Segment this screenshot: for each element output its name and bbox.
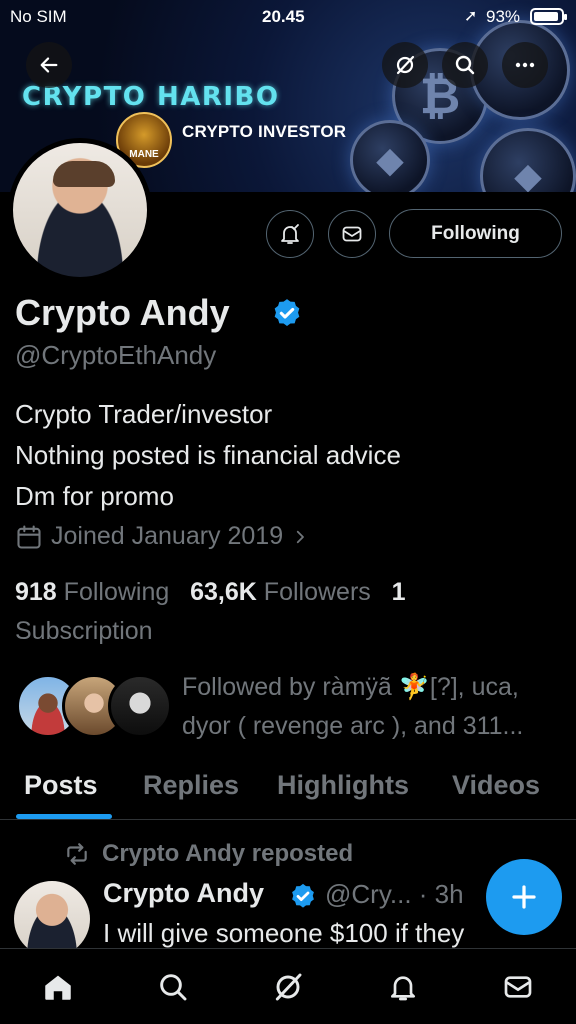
bell-check-icon <box>281 224 299 244</box>
coin-image: ◆ <box>480 128 576 192</box>
profile-name: Crypto Andy <box>15 292 230 333</box>
post-handle-time: @Cry... · 3h <box>325 879 464 909</box>
search-icon <box>455 55 475 75</box>
grok-icon <box>396 55 415 75</box>
tab-posts[interactable]: Posts <box>24 770 98 801</box>
banner-subtitle: CRYPTO INVESTOR <box>182 122 347 141</box>
following-button[interactable]: Following <box>389 209 562 258</box>
verified-badge-icon <box>274 299 300 327</box>
following-stat[interactable]: 918 Following <box>15 578 169 606</box>
follower-avatar[interactable] <box>108 674 172 738</box>
tab-videos[interactable]: Videos <box>452 770 540 801</box>
followers-stat[interactable]: 63,6K Followers <box>190 578 371 606</box>
post-author-avatar[interactable] <box>14 881 90 957</box>
clock: 20.45 <box>262 7 305 26</box>
battery-icon <box>530 8 567 25</box>
subscription-label: Subscription <box>15 617 153 645</box>
battery-percentage: 93% <box>486 7 521 26</box>
carrier-label: No SIM <box>10 7 67 26</box>
calendar-icon <box>17 524 41 549</box>
ethereum-coin-image: ◆ <box>350 120 430 192</box>
followers-count: 63,6K <box>190 578 257 606</box>
tab-replies[interactable]: Replies <box>143 770 239 801</box>
grok-button[interactable] <box>382 42 428 88</box>
search-icon <box>160 974 187 1001</box>
nav-home[interactable] <box>40 969 76 1005</box>
envelope-icon <box>504 976 532 998</box>
bell-icon <box>391 976 415 1001</box>
more-button[interactable] <box>502 42 548 88</box>
post-text[interactable]: I will give someone $100 if they <box>103 918 464 949</box>
tab-highlights[interactable]: Highlights <box>277 770 409 801</box>
profile-bio: Crypto Trader/investor Nothing posted is… <box>15 394 401 517</box>
location-icon: ➚ <box>464 8 478 25</box>
joined-date[interactable]: Joined January 2019 <box>15 522 309 551</box>
verified-badge-icon <box>292 883 314 908</box>
profile-handle: @CryptoEthAndy <box>15 340 217 370</box>
post-author-name[interactable]: Crypto Andy <box>103 878 264 909</box>
back-button[interactable] <box>26 42 72 88</box>
nav-search[interactable] <box>155 969 191 1005</box>
bio-line: Crypto Trader/investor <box>15 399 273 429</box>
following-count: 918 <box>15 578 57 606</box>
bottom-navigation <box>0 948 576 1024</box>
banner-title: CRYPTO HARIBO <box>22 82 280 112</box>
repost-indicator: Crypto Andy reposted <box>62 840 353 868</box>
chevron-right-icon <box>296 530 305 543</box>
following-label: Following <box>63 578 170 606</box>
bio-line: Nothing posted is financial advice <box>15 440 401 470</box>
nav-grok[interactable] <box>270 969 306 1005</box>
followed-by-text[interactable]: Followed by ràmÿã 🧚[?], uca, dyor ( reve… <box>182 668 562 746</box>
status-bar: No SIM 20.45 ➚ 93% <box>0 0 576 34</box>
profile-tabs: Posts Replies Highlights Videos <box>0 762 576 820</box>
subscription-count: 1 <box>391 578 406 606</box>
envelope-icon <box>342 226 362 242</box>
joined-label: Joined January 2019 <box>51 522 284 550</box>
followers-label: Followers <box>263 578 371 606</box>
nav-notifications[interactable] <box>385 969 421 1005</box>
grok-icon <box>275 973 302 1001</box>
active-tab-indicator <box>16 814 112 819</box>
home-icon <box>45 975 71 1000</box>
plus-icon <box>512 885 536 909</box>
compose-button[interactable] <box>486 859 562 935</box>
message-button[interactable] <box>328 210 376 258</box>
search-button[interactable] <box>442 42 488 88</box>
nav-messages[interactable] <box>500 969 536 1005</box>
arrow-left-icon <box>40 57 58 73</box>
profile-avatar[interactable] <box>8 138 152 282</box>
repost-label: Crypto Andy reposted <box>102 840 354 867</box>
repost-icon <box>67 843 87 865</box>
more-icon <box>515 62 535 68</box>
notifications-button[interactable] <box>266 210 314 258</box>
bio-line: Dm for promo <box>15 481 174 511</box>
profile-stats: 918 Following 63,6K Followers 1 Subscript… <box>15 573 555 651</box>
